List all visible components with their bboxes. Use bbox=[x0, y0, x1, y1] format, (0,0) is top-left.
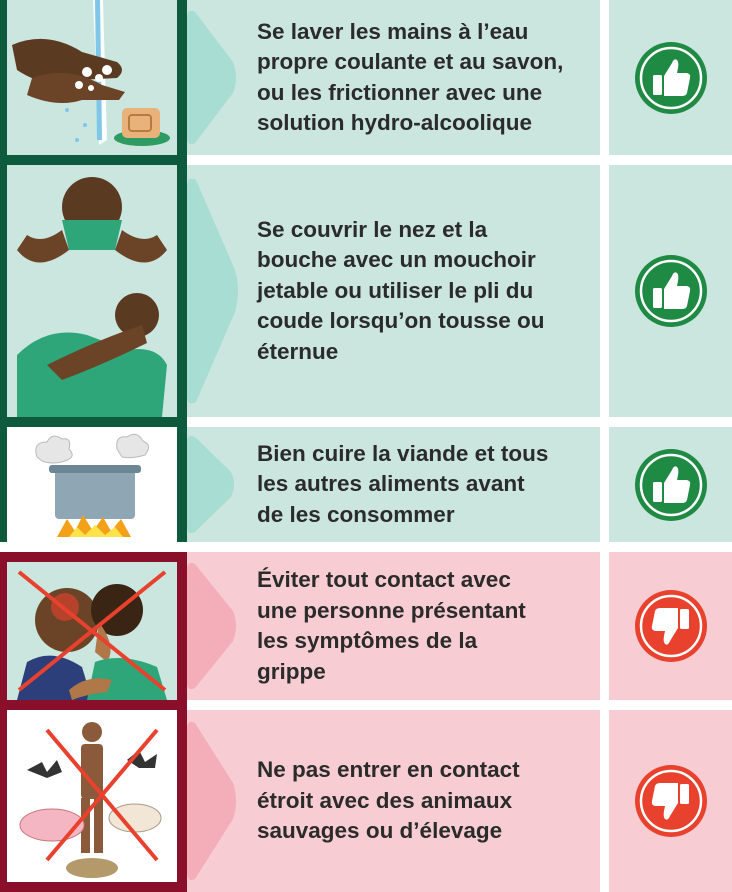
dont-row-sick-contact: Éviter tout contact avec une personne pr… bbox=[0, 552, 732, 700]
dont-section: Éviter tout contact avec une personne pr… bbox=[0, 552, 732, 892]
do-row-cook-food: Bien cuire la viande et tous les autres … bbox=[0, 427, 732, 542]
do-section: Se laver les mains à l’eau propre coulan… bbox=[0, 0, 732, 542]
chevron-right-icon bbox=[187, 562, 236, 690]
do-text-cell: Bien cuire la viande et tous les autres … bbox=[187, 427, 600, 542]
thumbs-up-icon bbox=[634, 448, 707, 521]
do-text-cell: Se laver les mains à l’eau propre coulan… bbox=[187, 0, 600, 155]
cover-cough-illustration bbox=[7, 165, 177, 417]
do-text: Bien cuire la viande et tous les autres … bbox=[257, 440, 549, 527]
dont-text: Éviter tout contact avec une personne pr… bbox=[257, 567, 526, 684]
dont-icon-cell bbox=[609, 552, 732, 700]
dont-text: Ne pas entrer en contact étroit avec des… bbox=[257, 757, 520, 844]
chevron-right-icon bbox=[187, 435, 234, 534]
do-text: Se couvrir le nez et la bouche avec un m… bbox=[257, 216, 545, 364]
thumbs-up-icon bbox=[634, 255, 707, 327]
animal-contact-illustration bbox=[7, 710, 177, 882]
thumbs-down-icon bbox=[634, 590, 707, 662]
do-text: Se laver les mains à l’eau propre coulan… bbox=[257, 18, 564, 136]
do-icon-cell bbox=[609, 165, 732, 417]
thumbs-down-icon bbox=[634, 765, 707, 837]
dont-row-animal-contact: Ne pas entrer en contact étroit avec des… bbox=[0, 710, 732, 892]
chevron-right-icon bbox=[187, 721, 236, 881]
do-row-handwash: Se laver les mains à l’eau propre coulan… bbox=[0, 0, 732, 155]
thumbs-up-icon bbox=[634, 41, 707, 114]
do-row-cover-cough: Se couvrir le nez et la bouche avec un m… bbox=[0, 165, 732, 417]
chevron-right-icon bbox=[187, 10, 236, 145]
dont-text-cell: Ne pas entrer en contact étroit avec des… bbox=[187, 710, 600, 892]
handwash-illustration bbox=[7, 0, 177, 155]
dont-icon-cell bbox=[609, 710, 732, 892]
do-icon-cell bbox=[609, 0, 732, 155]
do-icon-cell bbox=[609, 427, 732, 542]
sick-contact-illustration bbox=[7, 562, 177, 700]
chevron-right-icon bbox=[187, 178, 238, 404]
dont-text-cell: Éviter tout contact avec une personne pr… bbox=[187, 552, 600, 700]
cooking-illustration bbox=[7, 427, 177, 542]
do-text-cell: Se couvrir le nez et la bouche avec un m… bbox=[187, 165, 600, 417]
